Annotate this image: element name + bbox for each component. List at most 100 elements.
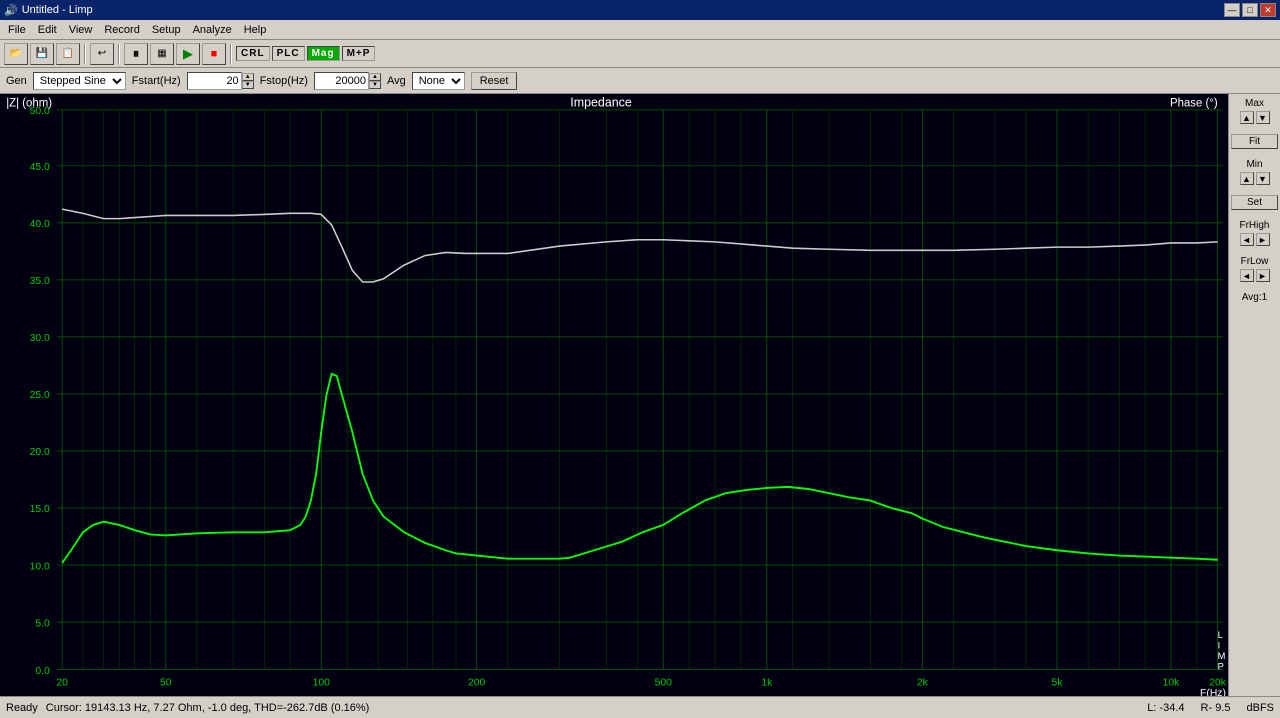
svg-text:M: M (1218, 650, 1226, 661)
frhigh-left-button[interactable]: ◄ (1240, 233, 1254, 246)
chart-container[interactable]: .grid-line { stroke: #004400; stroke-wid… (0, 94, 1228, 696)
menu-analyze[interactable]: Analyze (187, 22, 238, 38)
toolbar-sep1 (84, 44, 86, 64)
play-button[interactable]: ▶ (176, 43, 200, 65)
plc-label[interactable]: PLC (272, 46, 305, 61)
mp-label[interactable]: M+P (342, 46, 376, 61)
frhigh-label: FrHigh (1231, 220, 1278, 231)
svg-text:5.0: 5.0 (35, 618, 50, 629)
min-down-button[interactable]: ▼ (1256, 172, 1270, 185)
avg-label: Avg (387, 75, 406, 87)
svg-text:Phase (°): Phase (°) (1170, 98, 1218, 110)
min-arrows: ▲ ▼ (1231, 172, 1278, 185)
svg-text:L: L (1218, 629, 1223, 640)
menu-view[interactable]: View (63, 22, 99, 38)
statusbar: Ready Cursor: 19143.13 Hz, 7.27 Ohm, -1.… (0, 696, 1280, 718)
genbar: Gen Stepped Sine Sine MLS Fstart(Hz) ▲ ▼… (0, 68, 1280, 94)
menu-record[interactable]: Record (98, 22, 145, 38)
fstart-down[interactable]: ▼ (242, 81, 254, 89)
svg-text:20.0: 20.0 (30, 447, 50, 458)
fstart-label: Fstart(Hz) (132, 75, 181, 87)
svg-text:I: I (1218, 639, 1221, 650)
chart-svg: .grid-line { stroke: #004400; stroke-wid… (0, 94, 1228, 696)
fstop-down[interactable]: ▼ (369, 81, 381, 89)
main-area: .grid-line { stroke: #004400; stroke-wid… (0, 94, 1280, 696)
dbfs-label: dBFS (1246, 702, 1274, 714)
svg-text:10k: 10k (1163, 677, 1180, 688)
svg-text:F(Hz): F(Hz) (1200, 688, 1226, 696)
fit-button[interactable]: Fit (1231, 134, 1278, 149)
menu-edit[interactable]: Edit (32, 22, 63, 38)
svg-text:35.0: 35.0 (30, 276, 50, 287)
max-up-button[interactable]: ▲ (1240, 111, 1254, 124)
frlow-arrows: ◄ ► (1231, 269, 1278, 282)
fstart-input[interactable] (187, 72, 242, 90)
right-panel: Max ▲ ▼ Fit Min ▲ ▼ Set FrHigh ◄ ► FrLow… (1228, 94, 1280, 696)
level-display: L: -34.4 (1147, 702, 1184, 714)
svg-text:50: 50 (160, 677, 172, 688)
undo-button[interactable]: ↩ (90, 43, 114, 65)
svg-text:500: 500 (655, 677, 672, 688)
fstop-label: Fstop(Hz) (260, 75, 308, 87)
minimize-button[interactable]: — (1224, 3, 1240, 17)
svg-text:10.0: 10.0 (30, 561, 50, 572)
titlebar-title: 🔊 Untitled - Limp (4, 4, 93, 17)
svg-text:45.0: 45.0 (30, 162, 50, 173)
copy-button[interactable]: 📋 (56, 43, 80, 65)
reset-button[interactable]: Reset (471, 72, 518, 90)
svg-text:200: 200 (468, 677, 485, 688)
crl-label[interactable]: CRL (236, 46, 270, 61)
r-label: R- (1201, 702, 1213, 714)
r-value: 9.5 (1215, 702, 1230, 714)
max-down-button[interactable]: ▼ (1256, 111, 1270, 124)
statusbar-right: L: -34.4 R- 9.5 dBFS (1147, 702, 1274, 714)
grid-button[interactable]: ▦ (150, 43, 174, 65)
toolbar: 📂 💾 📋 ↩ ⏸ ▦ ▶ ■ CRL PLC Mag M+P (0, 40, 1280, 68)
app-title: Untitled - Limp (22, 4, 93, 16)
menu-setup[interactable]: Setup (146, 22, 187, 38)
min-label: Min (1231, 159, 1278, 170)
set-button[interactable]: Set (1231, 195, 1278, 210)
svg-text:0.0: 0.0 (35, 666, 50, 677)
max-arrows: ▲ ▼ (1231, 111, 1278, 124)
svg-text:20: 20 (56, 677, 68, 688)
cursor-info: Cursor: 19143.13 Hz, 7.27 Ohm, -1.0 deg,… (46, 702, 370, 714)
frlow-left-button[interactable]: ◄ (1240, 269, 1254, 282)
frhigh-arrows: ◄ ► (1231, 233, 1278, 246)
menu-file[interactable]: File (2, 22, 32, 38)
toolbar-sep3 (230, 44, 232, 64)
fstart-up[interactable]: ▲ (242, 73, 254, 81)
avg-value-label: Avg:1 (1231, 292, 1278, 303)
level-label: L: (1147, 702, 1156, 714)
fstop-up[interactable]: ▲ (369, 73, 381, 81)
pause-button[interactable]: ⏸ (124, 43, 148, 65)
svg-text:20k: 20k (1209, 677, 1226, 688)
svg-text:30.0: 30.0 (30, 333, 50, 344)
avg-select[interactable]: None 2 4 8 (412, 72, 465, 90)
svg-text:25.0: 25.0 (30, 390, 50, 401)
frhigh-right-button[interactable]: ► (1256, 233, 1270, 246)
menu-help[interactable]: Help (238, 22, 273, 38)
svg-text:100: 100 (313, 677, 330, 688)
level-value: -34.4 (1159, 702, 1184, 714)
close-button[interactable]: ✕ (1260, 3, 1276, 17)
svg-text:2k: 2k (917, 677, 929, 688)
maximize-button[interactable]: □ (1242, 3, 1258, 17)
frlow-label: FrLow (1231, 256, 1278, 267)
save-button[interactable]: 💾 (30, 43, 54, 65)
fstart-spinner[interactable]: ▲ ▼ (242, 73, 254, 89)
stop-button[interactable]: ■ (202, 43, 226, 65)
mag-label[interactable]: Mag (307, 46, 340, 61)
frlow-right-button[interactable]: ► (1256, 269, 1270, 282)
generator-select[interactable]: Stepped Sine Sine MLS (33, 72, 126, 90)
open-button[interactable]: 📂 (4, 43, 28, 65)
fstop-input[interactable] (314, 72, 369, 90)
svg-text:5k: 5k (1052, 677, 1064, 688)
r-display: R- 9.5 (1201, 702, 1231, 714)
min-up-button[interactable]: ▲ (1240, 172, 1254, 185)
gen-label: Gen (6, 75, 27, 87)
titlebar: 🔊 Untitled - Limp — □ ✕ (0, 0, 1280, 20)
fstop-spinner[interactable]: ▲ ▼ (369, 73, 381, 89)
svg-text:P: P (1218, 661, 1224, 672)
toolbar-sep2 (118, 44, 120, 64)
